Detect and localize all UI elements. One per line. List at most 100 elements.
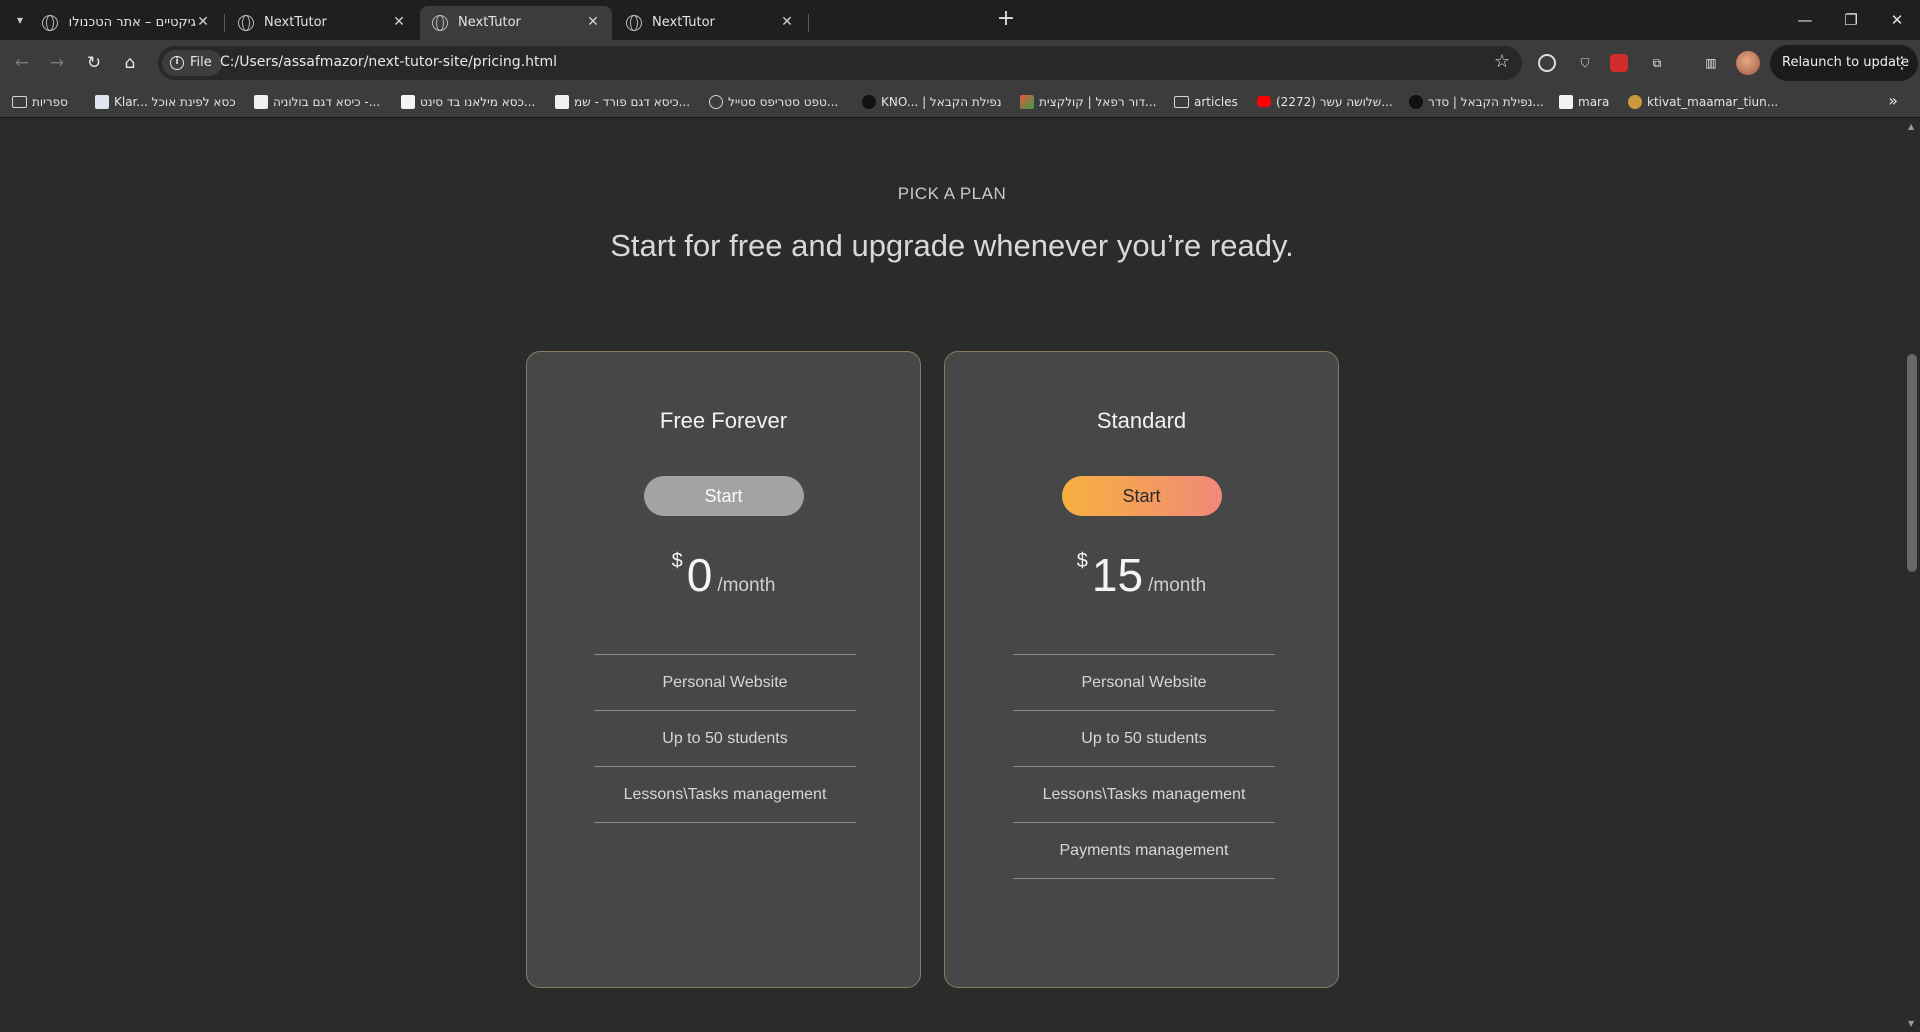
performance-extension-icon[interactable] bbox=[1538, 54, 1556, 72]
site-icon bbox=[1628, 95, 1642, 109]
address-bar[interactable]: i File C:/Users/assafmazor/next-tutor-si… bbox=[158, 46, 1522, 80]
bookmark-item[interactable]: טפט סטריפס סטייל... bbox=[709, 93, 838, 111]
scroll-up-arrow-icon[interactable]: ▲ bbox=[1908, 122, 1914, 131]
close-tab-icon[interactable]: ✕ bbox=[390, 13, 408, 31]
plan-price: $15/month bbox=[945, 548, 1338, 602]
tab-nexttutor-1[interactable]: NextTutor ✕ bbox=[226, 6, 418, 40]
site-icon bbox=[1020, 95, 1034, 109]
tab-divider bbox=[808, 14, 809, 32]
scroll-down-arrow-icon[interactable]: ▼ bbox=[1908, 1019, 1914, 1028]
site-icon bbox=[555, 95, 569, 109]
info-icon: i bbox=[170, 56, 184, 70]
tab-title: גיקטיים – אתר הטכנולוגיה וההי bbox=[68, 15, 196, 30]
close-tab-icon[interactable]: ✕ bbox=[194, 13, 212, 31]
globe-icon bbox=[432, 15, 448, 31]
section-headline: Start for free and upgrade whenever you’… bbox=[610, 228, 1294, 263]
more-bookmarks-chevron-icon[interactable]: » bbox=[1888, 91, 1898, 110]
relaunch-label: Relaunch to update bbox=[1782, 55, 1910, 70]
back-arrow-icon[interactable]: ← bbox=[10, 51, 34, 75]
close-tab-icon[interactable]: ✕ bbox=[584, 13, 602, 31]
bookmark-item[interactable]: ספריות bbox=[12, 93, 68, 111]
feature-item: Up to 50 students bbox=[594, 711, 856, 767]
browser-toolbar: ← → ↻ ⌂ i File C:/Users/assafmazor/next-… bbox=[0, 40, 1920, 86]
bookmark-item[interactable]: דור רפאל | קולקצית... bbox=[1020, 93, 1156, 111]
bookmark-item[interactable]: KNO... | נפילת הקבאל bbox=[862, 93, 1002, 111]
tab-strip: ▾ גיקטיים – אתר הטכנולוגיה וההי ✕ NextTu… bbox=[0, 0, 1920, 40]
plan-title: Free Forever bbox=[659, 408, 788, 433]
reload-icon[interactable]: ↻ bbox=[82, 51, 106, 75]
url-text[interactable]: C:/Users/assafmazor/next-tutor-site/pric… bbox=[220, 54, 557, 70]
profile-avatar[interactable] bbox=[1736, 51, 1760, 75]
relaunch-to-update-button[interactable]: Relaunch to update ⋮ bbox=[1770, 45, 1918, 81]
plan-price: $0/month bbox=[527, 548, 920, 602]
close-tab-icon[interactable]: ✕ bbox=[778, 13, 796, 31]
bookmark-star-icon[interactable]: ☆ bbox=[1494, 51, 1510, 72]
plan-card-free: Free Forever Start $0/month Personal Web… bbox=[526, 351, 921, 988]
page-scrollbar[interactable]: ▲ ▼ bbox=[1904, 118, 1920, 1032]
price-amount: 0 bbox=[686, 549, 713, 601]
tab-title: NextTutor bbox=[458, 15, 521, 30]
feature-item: Payments management bbox=[1013, 823, 1275, 879]
tab-nexttutor-3[interactable]: NextTutor ✕ bbox=[614, 6, 806, 40]
red-extension-icon[interactable] bbox=[1610, 54, 1628, 72]
bookmark-item[interactable]: articles bbox=[1174, 93, 1238, 111]
site-icon bbox=[254, 95, 268, 109]
tab-title: NextTutor bbox=[264, 15, 327, 30]
folder-icon bbox=[12, 96, 27, 108]
extensions-puzzle-icon[interactable]: ⧉ bbox=[1646, 52, 1668, 74]
bookmark-item[interactable]: כיסא דגם בולוניה -... bbox=[254, 93, 380, 111]
minimize-icon[interactable]: — bbox=[1782, 0, 1828, 40]
currency-symbol: $ bbox=[671, 550, 683, 572]
bookmark-item[interactable]: ktivat_maamar_tiun... bbox=[1628, 93, 1778, 111]
tab-nexttutor-active[interactable]: NextTutor ✕ bbox=[420, 6, 612, 40]
scrollbar-thumb[interactable] bbox=[1907, 354, 1917, 572]
site-info-chip[interactable]: i File bbox=[162, 50, 222, 76]
close-window-icon[interactable]: ✕ bbox=[1874, 0, 1920, 40]
feature-item: Lessons\Tasks management bbox=[1013, 767, 1275, 823]
home-icon[interactable]: ⌂ bbox=[118, 51, 142, 75]
loading-icon bbox=[42, 15, 58, 31]
tab-title: NextTutor bbox=[652, 15, 715, 30]
tab-search-chevron-icon[interactable]: ▾ bbox=[8, 8, 32, 32]
site-icon bbox=[862, 95, 876, 109]
price-period: /month bbox=[1148, 575, 1207, 596]
folder-icon bbox=[1174, 96, 1189, 108]
tab-geektime[interactable]: גיקטיים – אתר הטכנולוגיה וההי ✕ bbox=[30, 6, 222, 40]
feature-item: Up to 50 students bbox=[1013, 711, 1275, 767]
plan-title: Standard bbox=[1096, 408, 1187, 433]
bookmark-item[interactable]: כיסא דגם פורד - שמ... bbox=[555, 93, 690, 111]
bookmark-item[interactable]: כסא מילאנו בד סינט... bbox=[401, 93, 535, 111]
site-icon bbox=[401, 95, 415, 109]
site-icon bbox=[1409, 95, 1423, 109]
shield-extension-icon[interactable]: ⛉ bbox=[1574, 52, 1596, 74]
feature-list: Personal Website Up to 50 students Lesso… bbox=[594, 654, 856, 823]
new-tab-plus-icon[interactable]: + bbox=[994, 8, 1018, 32]
globe-icon bbox=[238, 15, 254, 31]
globe-icon bbox=[709, 95, 723, 109]
bookmark-item[interactable]: Klar... כסא לפינת אוכל bbox=[95, 93, 236, 111]
price-period: /month bbox=[717, 575, 776, 596]
bookmark-item[interactable]: נפילת הקבאל | סדר... bbox=[1409, 93, 1544, 111]
chip-label: File bbox=[190, 55, 212, 70]
feature-item: Personal Website bbox=[1013, 655, 1275, 711]
feature-item: Personal Website bbox=[594, 655, 856, 711]
site-icon bbox=[1559, 95, 1573, 109]
youtube-icon bbox=[1257, 96, 1271, 107]
site-icon bbox=[95, 95, 109, 109]
forward-arrow-icon[interactable]: → bbox=[45, 51, 69, 75]
side-panel-icon[interactable]: ▥ bbox=[1700, 52, 1722, 74]
price-amount: 15 bbox=[1091, 549, 1144, 601]
kebab-menu-icon[interactable]: ⋮ bbox=[1894, 45, 1910, 81]
globe-icon bbox=[626, 15, 642, 31]
feature-list: Personal Website Up to 50 students Lesso… bbox=[1013, 654, 1275, 879]
pricing-page: PICK A PLAN Start for free and upgrade w… bbox=[0, 118, 1904, 1032]
start-free-button[interactable]: Start bbox=[643, 476, 804, 516]
bookmark-item[interactable]: (2272) שלושה עשר... bbox=[1257, 93, 1393, 111]
restore-icon[interactable]: ❐ bbox=[1828, 0, 1874, 40]
start-standard-button[interactable]: Start bbox=[1061, 476, 1222, 516]
currency-symbol: $ bbox=[1076, 550, 1088, 572]
tab-divider bbox=[224, 14, 225, 32]
section-eyebrow: PICK A PLAN bbox=[897, 184, 1007, 203]
bookmark-item[interactable]: mara bbox=[1559, 93, 1609, 111]
bookmarks-bar: ספריות Klar... כסא לפינת אוכל כיסא דגם ב… bbox=[0, 86, 1920, 118]
